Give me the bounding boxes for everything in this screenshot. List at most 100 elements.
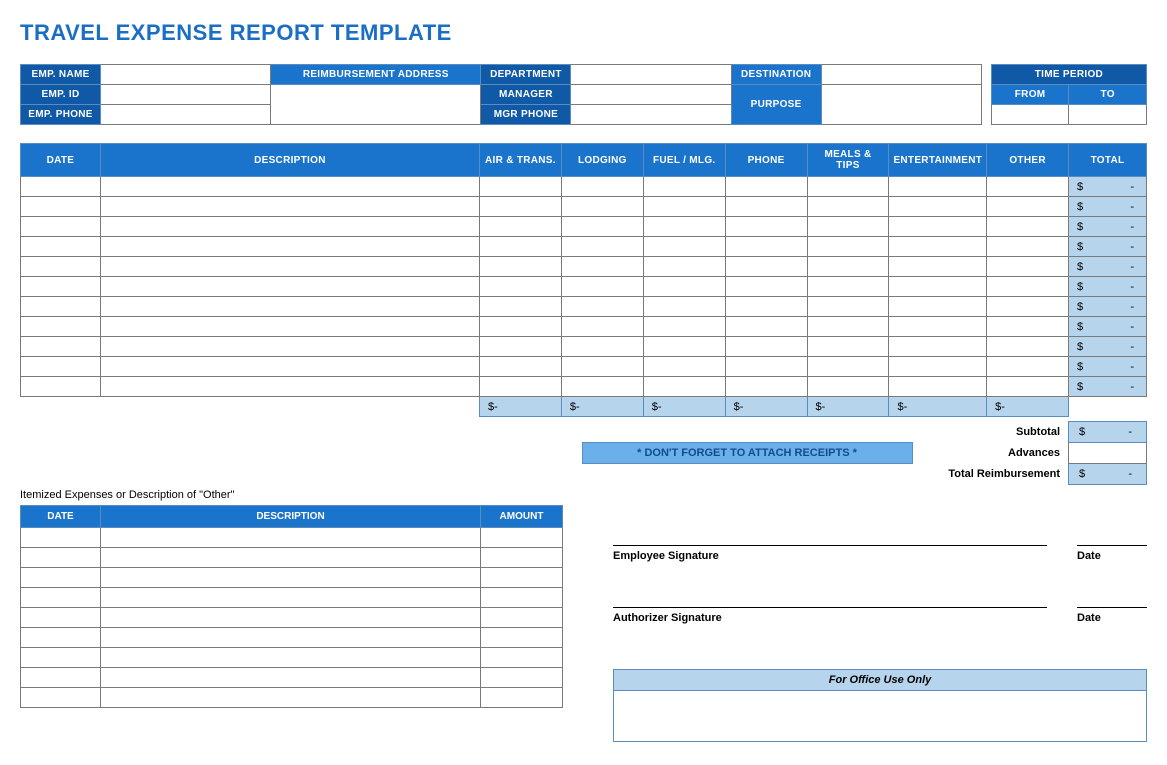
expense-cell[interactable] (479, 197, 561, 217)
input-purpose[interactable] (821, 85, 981, 125)
expense-cell[interactable] (643, 297, 725, 317)
itemized-cell[interactable] (21, 548, 101, 568)
expense-cell[interactable] (643, 237, 725, 257)
itemized-cell[interactable] (481, 548, 563, 568)
itemized-cell[interactable] (481, 528, 563, 548)
expense-cell[interactable] (100, 317, 479, 337)
expense-cell[interactable] (21, 177, 101, 197)
expense-cell[interactable] (807, 297, 889, 317)
expense-cell[interactable] (987, 357, 1069, 377)
itemized-cell[interactable] (101, 648, 481, 668)
expense-cell[interactable] (987, 317, 1069, 337)
input-manager[interactable] (571, 85, 731, 105)
expense-cell[interactable] (100, 237, 479, 257)
expense-cell[interactable] (100, 337, 479, 357)
expense-cell[interactable] (725, 377, 807, 397)
expense-cell[interactable] (987, 217, 1069, 237)
expense-cell[interactable] (807, 197, 889, 217)
input-from[interactable] (991, 105, 1069, 125)
expense-cell[interactable] (889, 217, 987, 237)
expense-cell[interactable] (987, 277, 1069, 297)
expense-cell[interactable] (561, 377, 643, 397)
expense-cell[interactable] (561, 257, 643, 277)
expense-cell[interactable] (479, 217, 561, 237)
expense-cell[interactable] (21, 277, 101, 297)
expense-cell[interactable] (479, 177, 561, 197)
expense-cell[interactable] (987, 257, 1069, 277)
expense-cell[interactable] (21, 357, 101, 377)
expense-cell[interactable] (21, 337, 101, 357)
expense-cell[interactable] (987, 177, 1069, 197)
authorizer-signature-line[interactable]: Authorizer Signature (613, 607, 1047, 624)
itemized-cell[interactable] (21, 568, 101, 588)
expense-cell[interactable] (725, 297, 807, 317)
expense-cell[interactable] (561, 237, 643, 257)
itemized-cell[interactable] (21, 688, 101, 708)
itemized-cell[interactable] (101, 608, 481, 628)
expense-cell[interactable] (725, 237, 807, 257)
itemized-cell[interactable] (481, 648, 563, 668)
expense-cell[interactable] (889, 197, 987, 217)
expense-cell[interactable] (100, 257, 479, 277)
expense-cell[interactable] (889, 257, 987, 277)
input-reimb-addr[interactable] (271, 85, 481, 125)
itemized-cell[interactable] (481, 608, 563, 628)
expense-cell[interactable] (479, 337, 561, 357)
expense-cell[interactable] (643, 217, 725, 237)
expense-cell[interactable] (561, 337, 643, 357)
itemized-cell[interactable] (21, 648, 101, 668)
expense-cell[interactable] (21, 217, 101, 237)
expense-cell[interactable] (807, 277, 889, 297)
expense-cell[interactable] (643, 337, 725, 357)
expense-cell[interactable] (987, 337, 1069, 357)
expense-cell[interactable] (987, 197, 1069, 217)
expense-cell[interactable] (807, 217, 889, 237)
itemized-cell[interactable] (21, 588, 101, 608)
expense-cell[interactable] (21, 237, 101, 257)
expense-cell[interactable] (21, 297, 101, 317)
expense-cell[interactable] (889, 317, 987, 337)
expense-cell[interactable] (725, 337, 807, 357)
expense-cell[interactable] (889, 237, 987, 257)
expense-cell[interactable] (889, 377, 987, 397)
expense-cell[interactable] (987, 297, 1069, 317)
itemized-cell[interactable] (101, 548, 481, 568)
expense-cell[interactable] (479, 257, 561, 277)
itemized-cell[interactable] (481, 628, 563, 648)
expense-cell[interactable] (807, 337, 889, 357)
expense-cell[interactable] (987, 377, 1069, 397)
expense-cell[interactable] (889, 277, 987, 297)
expense-cell[interactable] (479, 317, 561, 337)
itemized-cell[interactable] (21, 628, 101, 648)
itemized-cell[interactable] (481, 688, 563, 708)
input-emp-name[interactable] (101, 65, 271, 85)
expense-cell[interactable] (100, 297, 479, 317)
employee-sig-date[interactable]: Date (1077, 545, 1147, 562)
expense-cell[interactable] (807, 357, 889, 377)
expense-cell[interactable] (725, 317, 807, 337)
input-emp-id[interactable] (101, 85, 271, 105)
expense-cell[interactable] (889, 357, 987, 377)
expense-cell[interactable] (807, 177, 889, 197)
itemized-cell[interactable] (21, 608, 101, 628)
expense-cell[interactable] (21, 377, 101, 397)
authorizer-sig-date[interactable]: Date (1077, 607, 1147, 624)
expense-cell[interactable] (561, 197, 643, 217)
expense-cell[interactable] (807, 257, 889, 277)
itemized-cell[interactable] (481, 588, 563, 608)
expense-cell[interactable] (21, 317, 101, 337)
expense-cell[interactable] (807, 237, 889, 257)
itemized-cell[interactable] (21, 668, 101, 688)
expense-cell[interactable] (561, 357, 643, 377)
office-use-body[interactable] (614, 691, 1146, 741)
itemized-cell[interactable] (21, 528, 101, 548)
expense-cell[interactable] (643, 317, 725, 337)
expense-cell[interactable] (725, 177, 807, 197)
expense-cell[interactable] (21, 197, 101, 217)
itemized-cell[interactable] (481, 668, 563, 688)
expense-cell[interactable] (725, 257, 807, 277)
employee-signature-line[interactable]: Employee Signature (613, 545, 1047, 562)
expense-cell[interactable] (725, 277, 807, 297)
expense-cell[interactable] (643, 257, 725, 277)
input-emp-phone[interactable] (101, 105, 271, 125)
